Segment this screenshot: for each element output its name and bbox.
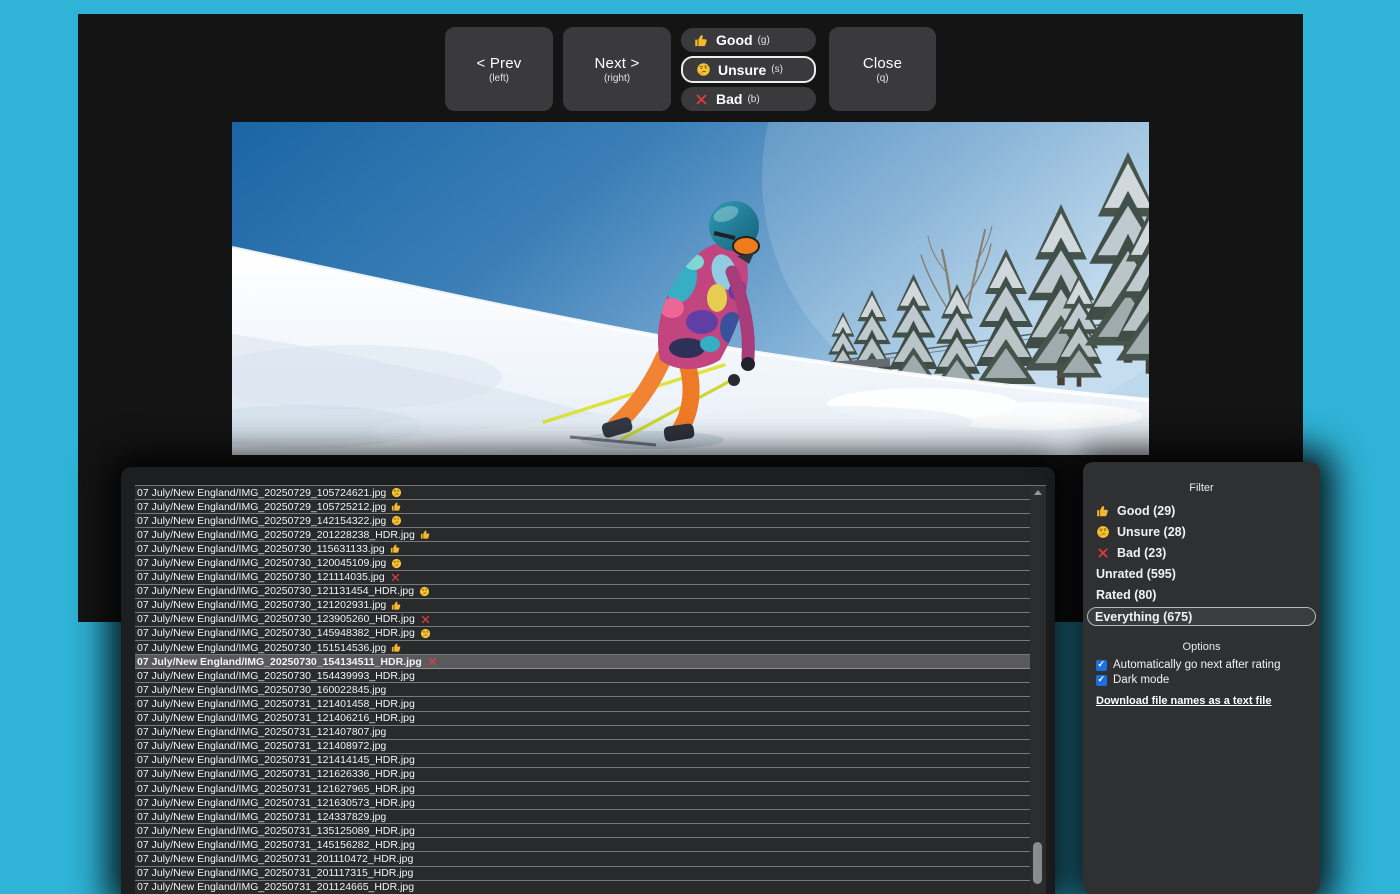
- checkbox-checked-icon[interactable]: [1096, 675, 1107, 686]
- unsure-button[interactable]: Unsure (s): [681, 56, 816, 83]
- photo-preview: [232, 122, 1149, 455]
- rating-icon: [1096, 546, 1110, 560]
- thinking-face-icon: [696, 62, 711, 77]
- rating-icon: [391, 501, 402, 512]
- file-row[interactable]: 07 July/New England/IMG_20250731_1216263…: [135, 768, 1030, 782]
- sidebar: Filter Good (29) Unsure (28) Bad (23) Un…: [1083, 462, 1320, 894]
- file-row[interactable]: 07 July/New England/IMG_20250730_1211140…: [135, 571, 1030, 585]
- filter-title: Filter: [1083, 482, 1320, 494]
- option-dark-mode[interactable]: Dark mode: [1096, 674, 1320, 686]
- file-row[interactable]: 07 July/New England/IMG_20250731_1216305…: [135, 796, 1030, 810]
- file-list: 07 July/New England/IMG_20250729_1057246…: [135, 486, 1030, 894]
- next-button[interactable]: Next > (right): [563, 27, 671, 111]
- option-auto-next[interactable]: Automatically go next after rating: [1096, 659, 1320, 671]
- file-row[interactable]: 07 July/New England/IMG_20250729_2012282…: [135, 528, 1030, 542]
- filter-item-unsure[interactable]: Unsure (28): [1089, 521, 1314, 542]
- rating-buttons: Good (g) Unsure (s) Bad (b): [681, 28, 816, 111]
- file-row[interactable]: 07 July/New England/IMG_20250730_1156311…: [135, 542, 1030, 556]
- file-row[interactable]: 07 July/New England/IMG_20250731_1214141…: [135, 754, 1030, 768]
- file-row[interactable]: 07 July/New England/IMG_20250730_1200451…: [135, 556, 1030, 570]
- file-row[interactable]: 07 July/New England/IMG_20250729_1421543…: [135, 514, 1030, 528]
- file-row[interactable]: 07 July/New England/IMG_20250730_1600228…: [135, 683, 1030, 697]
- close-hotkey: (q): [876, 73, 888, 84]
- file-row[interactable]: 07 July/New England/IMG_20250731_1216279…: [135, 782, 1030, 796]
- options-title: Options: [1083, 641, 1320, 653]
- rating-icon: [391, 487, 402, 498]
- file-list-panel: 07 July/New England/IMG_20250729_1057246…: [121, 467, 1055, 894]
- download-filenames-link[interactable]: Download file names as a text file: [1096, 695, 1271, 707]
- next-label: Next >: [595, 55, 640, 72]
- file-row[interactable]: 07 July/New England/IMG_20250730_1239052…: [135, 613, 1030, 627]
- prev-label: < Prev: [477, 55, 522, 72]
- scroll-up-icon[interactable]: [1034, 490, 1042, 495]
- file-row[interactable]: 07 July/New England/IMG_20250730_1515145…: [135, 641, 1030, 655]
- file-row[interactable]: 07 July/New England/IMG_20250730_1459483…: [135, 627, 1030, 641]
- filter-item-unrated[interactable]: Unrated (595): [1089, 563, 1314, 584]
- file-row[interactable]: 07 July/New England/IMG_20250731_1243378…: [135, 810, 1030, 824]
- file-row[interactable]: 07 July/New England/IMG_20250731_1214078…: [135, 726, 1030, 740]
- file-row[interactable]: 07 July/New England/IMG_20250731_1214062…: [135, 712, 1030, 726]
- prev-hotkey: (left): [489, 73, 509, 84]
- rating-icon: [390, 572, 401, 583]
- file-row[interactable]: 07 July/New England/IMG_20250731_1214014…: [135, 697, 1030, 711]
- filter-item-good[interactable]: Good (29): [1089, 500, 1314, 521]
- file-row[interactable]: 07 July/New England/IMG_20250731_2011104…: [135, 852, 1030, 866]
- scrollbar-thumb[interactable]: [1033, 842, 1042, 884]
- rating-icon: [420, 614, 431, 625]
- file-row[interactable]: 07 July/New England/IMG_20250731_1214089…: [135, 740, 1030, 754]
- bad-button[interactable]: Bad (b): [681, 87, 816, 111]
- checkbox-checked-icon[interactable]: [1096, 660, 1107, 671]
- file-row[interactable]: 07 July/New England/IMG_20250731_2011246…: [135, 881, 1030, 894]
- rating-icon: [391, 642, 402, 653]
- file-row[interactable]: 07 July/New England/IMG_20250729_1057246…: [135, 486, 1030, 500]
- rating-icon: [390, 543, 401, 554]
- rating-icon: [391, 515, 402, 526]
- rating-icon: [391, 600, 402, 611]
- close-label: Close: [863, 55, 902, 72]
- file-row[interactable]: 07 July/New England/IMG_20250730_1211314…: [135, 585, 1030, 599]
- cross-mark-icon: [694, 92, 709, 107]
- thumbs-up-icon: [694, 33, 709, 48]
- rating-icon: [427, 656, 438, 667]
- file-row[interactable]: 07 July/New England/IMG_20250731_2011173…: [135, 867, 1030, 881]
- scrollbar[interactable]: [1030, 486, 1046, 894]
- filter-item-bad[interactable]: Bad (23): [1089, 542, 1314, 563]
- rating-icon: [420, 628, 431, 639]
- rating-icon: [1096, 504, 1110, 518]
- photo-rater-app: < Prev (left) Next > (right) Good (g) Un…: [0, 0, 1400, 894]
- file-row[interactable]: 07 July/New England/IMG_20250730_1544399…: [135, 669, 1030, 683]
- rating-icon: [420, 529, 431, 540]
- file-row[interactable]: 07 July/New England/IMG_20250731_1451562…: [135, 838, 1030, 852]
- file-row[interactable]: 07 July/New England/IMG_20250730_1212029…: [135, 599, 1030, 613]
- filter-item-everything[interactable]: Everything (675): [1087, 607, 1316, 626]
- filter-list: Good (29) Unsure (28) Bad (23) Unrated (…: [1083, 500, 1320, 626]
- filter-item-rated[interactable]: Rated (80): [1089, 584, 1314, 605]
- file-row[interactable]: 07 July/New England/IMG_20250729_1057252…: [135, 500, 1030, 514]
- rating-icon: [391, 558, 402, 569]
- close-button[interactable]: Close (q): [829, 27, 936, 111]
- next-hotkey: (right): [604, 73, 630, 84]
- file-row[interactable]: 07 July/New England/IMG_20250731_1351250…: [135, 824, 1030, 838]
- file-row[interactable]: 07 July/New England/IMG_20250730_1541345…: [135, 655, 1030, 669]
- prev-button[interactable]: < Prev (left): [445, 27, 553, 111]
- rating-icon: [419, 586, 430, 597]
- good-button[interactable]: Good (g): [681, 28, 816, 52]
- rating-icon: [1096, 525, 1110, 539]
